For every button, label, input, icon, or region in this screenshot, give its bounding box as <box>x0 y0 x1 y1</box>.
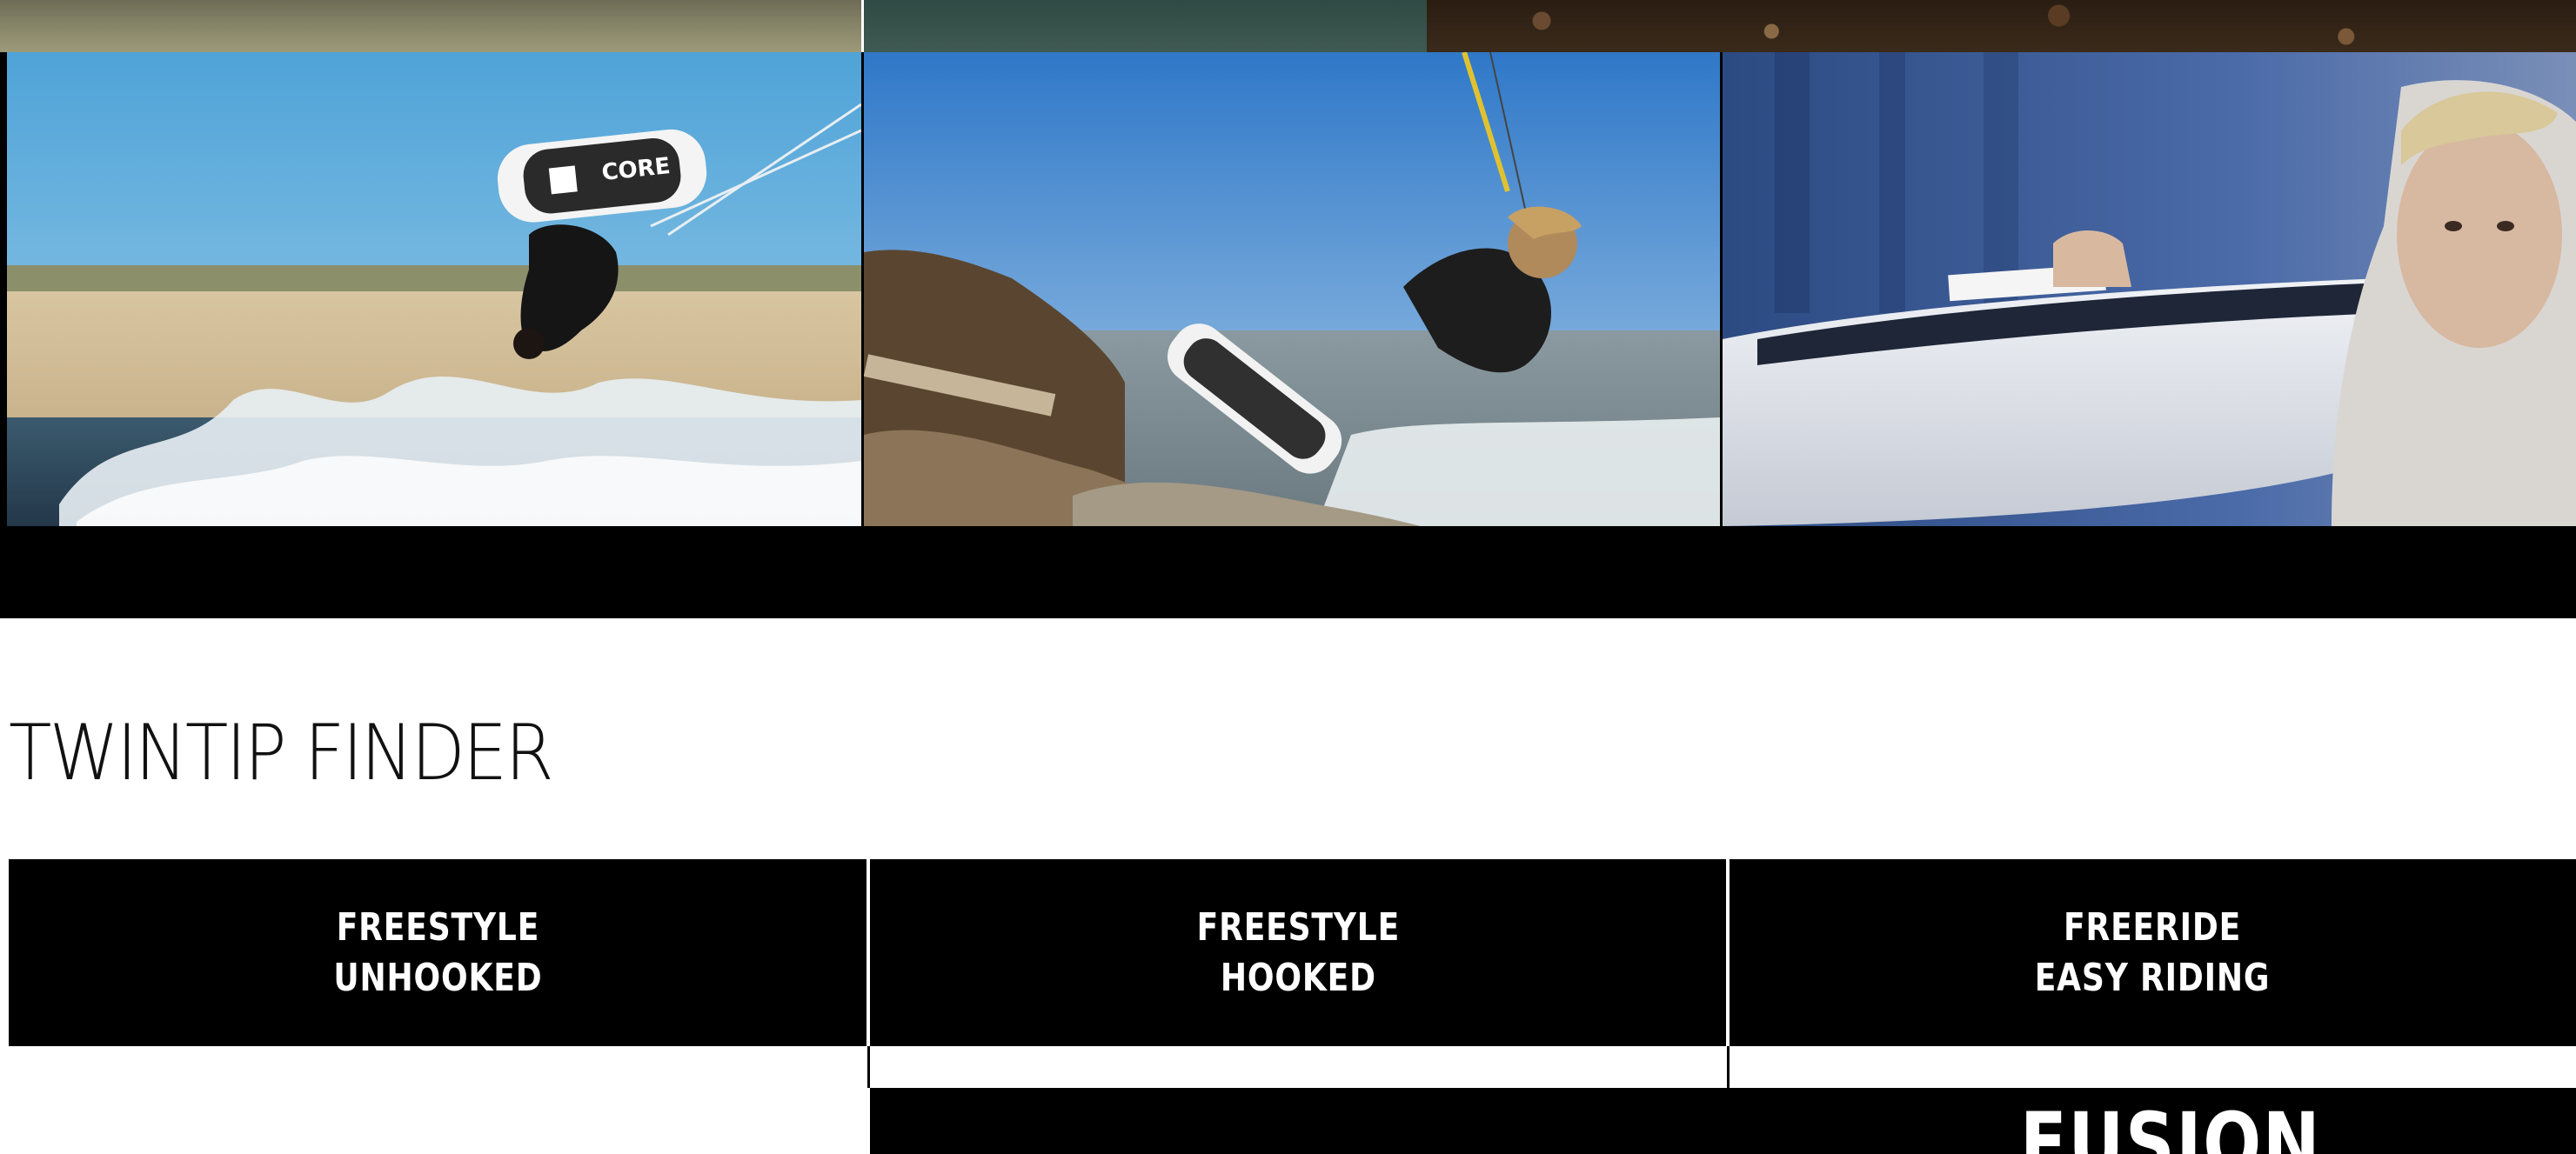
category-label-wrapper: FREESTYLE HOOKED <box>1174 903 1422 1004</box>
category-label-line2: HOOKED <box>1220 955 1376 1000</box>
photo-rider-shore-image <box>864 52 1720 526</box>
category-label-wrapper: FREESTYLE UNHOOKED <box>311 903 565 1004</box>
section-divider-band <box>0 526 2576 618</box>
photo-gallery: CORE <box>0 52 2576 526</box>
category-label-wrapper: FREERIDE EASY RIDING <box>2009 903 2296 1004</box>
photo-kiter-jump[interactable]: CORE <box>7 52 861 526</box>
top-image-strip <box>0 0 2576 52</box>
category-connector-line <box>867 1046 870 1088</box>
product-result-bar[interactable]: FUSION <box>870 1088 2576 1154</box>
category-label-line2: UNHOOKED <box>332 955 543 1000</box>
category-tabs: FREESTYLE UNHOOKED FREESTYLE HOOKED FREE… <box>0 859 2576 1046</box>
strip-image-rocks <box>1427 0 2576 52</box>
strip-image-water <box>864 0 1429 52</box>
category-freestyle-unhooked[interactable]: FREESTYLE UNHOOKED <box>9 859 866 1046</box>
page: CORE TWINTIP FINDER FREESTYLE UNHOOKED F… <box>0 0 2576 1154</box>
category-label-line1: FREERIDE <box>2064 904 2242 950</box>
category-label-line1: FREESTYLE <box>336 904 539 950</box>
category-connector-line <box>1727 1046 1730 1088</box>
photo-rider-portrait-image <box>1723 52 2576 526</box>
category-label-line2: EASY RIDING <box>2035 955 2271 1000</box>
product-name: FUSION <box>2020 1095 2322 1154</box>
twintip-finder-title: TWINTIP FINDER <box>9 708 554 797</box>
category-freestyle-hooked[interactable]: FREESTYLE HOOKED <box>870 859 1726 1046</box>
photo-rider-portrait[interactable] <box>1723 52 2576 526</box>
strip-image-beach <box>0 0 861 52</box>
category-freeride-easy-riding[interactable]: FREERIDE EASY RIDING <box>1730 859 2576 1046</box>
category-label-line1: FREESTYLE <box>1196 904 1400 950</box>
photo-rider-shore[interactable] <box>864 52 1720 526</box>
photo-kiter-jump-image: CORE <box>7 52 861 526</box>
